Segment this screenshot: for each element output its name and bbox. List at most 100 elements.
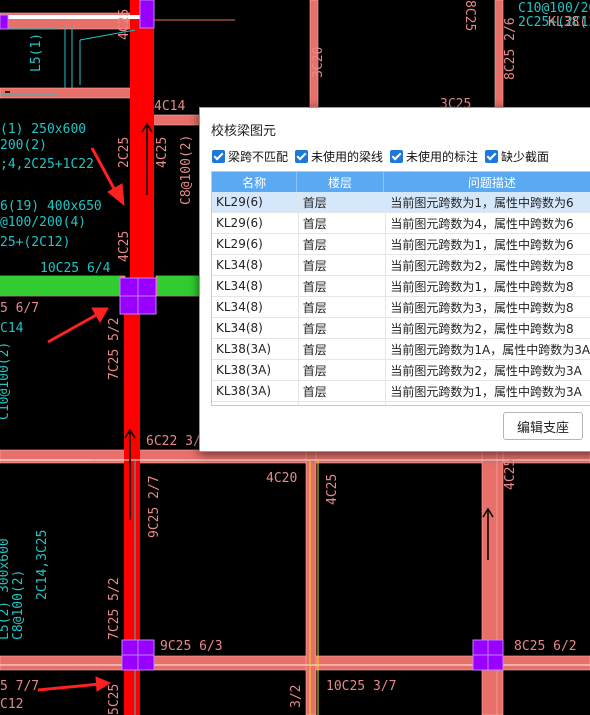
cad-annotation-label: 8C25 bbox=[462, 0, 477, 31]
cad-annotation-label: C12 bbox=[0, 697, 23, 712]
issues-table: 名称 楼层 问题描述 KL29(6) 首层 当前图元跨数为1，属性中跨数为6 KL29… bbox=[211, 171, 590, 406]
cell-floor: 首层 bbox=[299, 297, 387, 317]
cell-name: KL29(6) bbox=[212, 213, 299, 233]
cell-description: 当前图元跨数为4，属性中跨数为6 bbox=[386, 213, 590, 233]
table-row[interactable]: KL29(6) 首层 当前图元跨数为1，属性中跨数为6 bbox=[212, 234, 590, 255]
cell-description: 当前图元跨数为2，属性中跨数为3A bbox=[386, 360, 590, 380]
cell-floor: 首层 bbox=[299, 402, 387, 405]
cell-floor: 首层 bbox=[299, 360, 387, 380]
cad-annotation-label: 25+(2C12) bbox=[0, 235, 70, 250]
checkbox-unused-annotations[interactable]: 未使用的标注 bbox=[390, 148, 478, 165]
table-row[interactable]: KL34(8) 首层 当前图元跨数为2，属性中跨数为8 bbox=[212, 255, 590, 276]
checkbox-checked-icon[interactable] bbox=[390, 150, 404, 163]
cell-description: 当前图元跨数为2，属性中跨数为8 bbox=[386, 318, 590, 338]
table-row[interactable]: KL34(8) 首层 当前图元跨数为3，属性中跨数为8 bbox=[212, 297, 590, 318]
cell-floor: 首层 bbox=[299, 339, 387, 359]
cad-annotation-label: 9C25 6/3 bbox=[160, 639, 223, 654]
cad-annotation-label: C8@100(2) bbox=[11, 570, 26, 640]
cell-name: KL29(6) bbox=[212, 192, 299, 212]
column-header-floor[interactable]: 楼层 bbox=[297, 172, 384, 192]
column-header-name[interactable]: 名称 bbox=[212, 172, 298, 192]
cad-annotation-label: C10@100/200 bbox=[518, 1, 590, 16]
cad-annotation-label: 3/2 bbox=[289, 685, 304, 708]
cad-annotation-label: 10C25 3/7 bbox=[326, 679, 396, 694]
edit-support-button[interactable]: 编辑支座 bbox=[503, 412, 583, 440]
cell-description: 当前图元跨数为3，属性中跨数为8 bbox=[386, 297, 590, 317]
cad-annotation-label: 5 6/7 bbox=[0, 301, 39, 316]
checkbox-checked-icon[interactable] bbox=[485, 150, 499, 163]
cell-name: KL38(3A) bbox=[212, 381, 299, 401]
table-row[interactable]: KL34(8) 首层 当前图元跨数为1，属性中跨数为8 bbox=[212, 276, 590, 297]
cad-annotation-label: @100/200(4) bbox=[0, 215, 86, 230]
checkbox-span-mismatch[interactable]: 梁跨不匹配 bbox=[212, 148, 288, 165]
cad-annotation-label: 4C25 bbox=[117, 231, 132, 262]
cell-name: KL34(8) bbox=[212, 318, 299, 338]
table-row[interactable]: KL38(3A) 首层 当前图元跨数为1A，属性中跨数为3A bbox=[212, 339, 590, 360]
cad-annotation-label: C10@100(2) bbox=[0, 342, 12, 420]
cad-annotation-label: 9C25 2/7 bbox=[147, 475, 162, 538]
checkbox-checked-icon[interactable] bbox=[295, 150, 309, 163]
cad-annotation-label: 2C25 bbox=[117, 137, 132, 168]
cell-floor: 首层 bbox=[299, 255, 387, 275]
check-beam-dialog: 校核梁图元 梁跨不匹配 未使用的梁线 未使用的标注 缺少截面 名称 楼层 问题描… bbox=[199, 107, 590, 452]
cad-annotation-label: 4C25 bbox=[325, 474, 340, 505]
cad-annotation-label: 4C20 bbox=[266, 471, 297, 486]
cad-annotation-label: 7C25 5/2 bbox=[107, 577, 122, 640]
cell-description: 当前图元跨数为1，属性中跨数为8 bbox=[386, 276, 590, 296]
checkbox-missing-section[interactable]: 缺少截面 bbox=[485, 148, 549, 165]
cell-floor: 首层 bbox=[299, 213, 387, 233]
cell-description: 当前图元跨数为1，属性中跨数为6 bbox=[386, 192, 590, 212]
cell-description: 当前图元跨数为1，属性中跨数为3A bbox=[386, 381, 590, 401]
cell-floor: 首层 bbox=[299, 318, 387, 338]
cell-name: KL38(3A) bbox=[212, 360, 299, 380]
checkbox-label: 未使用的标注 bbox=[406, 150, 479, 164]
cad-annotation-label: KL38( bbox=[548, 15, 587, 30]
filter-checkboxes: 梁跨不匹配 未使用的梁线 未使用的标注 缺少截面 bbox=[212, 148, 549, 165]
cad-annotation-label: 10C25 6/4 bbox=[40, 261, 111, 276]
cell-name: KL34(8) bbox=[212, 255, 299, 275]
cell-name: KL42(9) bbox=[212, 402, 299, 405]
cell-floor: 首层 bbox=[299, 381, 387, 401]
cad-annotation-label: (1) 250x600 bbox=[0, 122, 86, 137]
cad-annotation-label: 2C14,3C25 bbox=[35, 530, 50, 600]
cell-floor: 首层 bbox=[299, 234, 387, 254]
cad-annotation-label: 3C20 bbox=[311, 47, 326, 78]
table-row[interactable]: KL42(9)首层当前图元跨数为7，属性中跨数为9 bbox=[212, 402, 590, 405]
table-row[interactable]: KL29(6) 首层 当前图元跨数为4，属性中跨数为6 bbox=[212, 213, 590, 234]
cad-annotation-label: 4C14 bbox=[154, 99, 185, 114]
cad-annotation-label: C14 bbox=[0, 321, 24, 336]
cell-description: 当前图元跨数为7，属性中跨数为9 bbox=[386, 402, 590, 405]
cad-annotation-label: 7C25 5/2 bbox=[107, 317, 122, 380]
green-beam bbox=[0, 276, 200, 296]
table-row[interactable]: KL38(3A) 首层 当前图元跨数为2，属性中跨数为3A bbox=[212, 360, 590, 381]
cell-description: 当前图元跨数为1，属性中跨数为6 bbox=[386, 234, 590, 254]
cad-annotation-label: ;4,2C25+1C22 bbox=[0, 157, 94, 172]
checkbox-label: 梁跨不匹配 bbox=[228, 150, 289, 164]
cell-name: KL34(8) bbox=[212, 276, 299, 296]
cell-floor: 首层 bbox=[299, 192, 387, 212]
table-header: 名称 楼层 问题描述 bbox=[212, 172, 590, 192]
cell-name: KL34(8) bbox=[212, 297, 299, 317]
table-row[interactable]: KL34(8) 首层 当前图元跨数为2，属性中跨数为8 bbox=[212, 318, 590, 339]
checkbox-label: 未使用的梁线 bbox=[311, 150, 384, 164]
cad-annotation-label: 4C25 bbox=[503, 459, 518, 490]
cad-annotation-label: 5 7/7 bbox=[0, 679, 39, 694]
checkbox-checked-icon[interactable] bbox=[212, 150, 225, 163]
cad-annotation-label: 5C25 bbox=[107, 684, 122, 715]
checkbox-unused-beam-lines[interactable]: 未使用的梁线 bbox=[295, 148, 383, 165]
column-header-description[interactable]: 问题描述 bbox=[384, 172, 590, 192]
cad-annotation-label: 8C25 6/2 bbox=[514, 639, 577, 654]
cad-annotation-label: 200(2) bbox=[0, 138, 47, 153]
dialog-title: 校核梁图元 bbox=[211, 124, 277, 139]
cell-description: 当前图元跨数为1A，属性中跨数为3A bbox=[386, 339, 590, 359]
table-row[interactable]: KL38(3A) 首层 当前图元跨数为1，属性中跨数为3A bbox=[212, 381, 590, 402]
cad-annotation-label: 8C25 2/6 bbox=[503, 17, 518, 80]
table-row[interactable]: KL29(6) 首层 当前图元跨数为1，属性中跨数为6 bbox=[212, 192, 590, 213]
checkbox-label: 缺少截面 bbox=[501, 150, 550, 164]
cell-floor: 首层 bbox=[299, 276, 387, 296]
cad-annotation-label: L5(1) bbox=[29, 33, 44, 72]
cad-annotation-label: 4C25 bbox=[155, 137, 170, 168]
cell-name: KL38(3A) bbox=[212, 339, 299, 359]
table-body: KL29(6) 首层 当前图元跨数为1，属性中跨数为6 KL29(6) 首层 当前图元跨数… bbox=[212, 192, 590, 405]
cad-annotation-label: 6(19) 400x650 bbox=[0, 199, 102, 214]
